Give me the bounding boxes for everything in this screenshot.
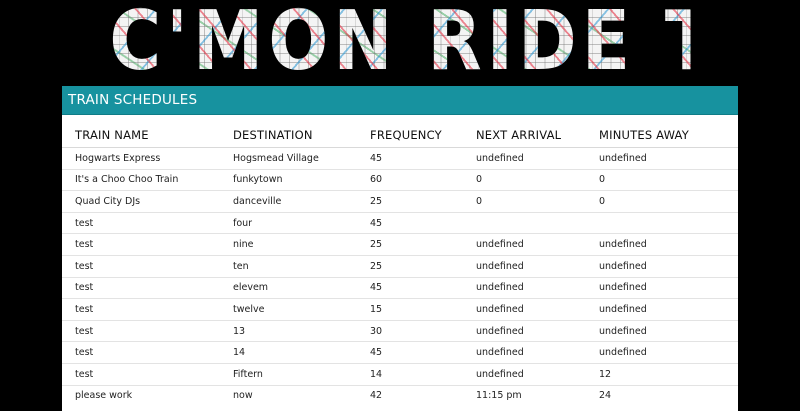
frequency-cell: 45 (370, 341, 476, 364)
train-name-cell: It's a Choo Choo Train (62, 168, 233, 191)
train-name-cell: test (62, 211, 233, 234)
destination-cell: four (233, 211, 370, 234)
column-header-frequency: FREQUENCY (370, 123, 476, 148)
page: C'MON RIDE THE TRAIN! TRAIN SCHEDULES TR… (0, 0, 800, 411)
destination-cell: elevem (233, 276, 370, 299)
train-name-cell: Hogwarts Express (75, 152, 161, 164)
next-arrival-cell: undefined (476, 152, 524, 164)
minutes-away-cell (599, 211, 738, 234)
column-header-minutes-away: MINUTES AWAY (599, 123, 738, 148)
table-row: test 14 45 undefined undefined (62, 341, 738, 364)
next-arrival-cell: undefined (476, 362, 599, 386)
next-arrival-cell: undefined (476, 276, 599, 299)
minutes-away-cell: undefined (599, 298, 738, 321)
schedule-body: Hogwarts Express Hogsmead Village 45 undefi… (62, 148, 738, 407)
next-arrival-cell: undefined (476, 233, 599, 256)
column-header-destination: DESTINATION (233, 123, 370, 148)
table-row: test elevem 45 undefined undefined (62, 276, 738, 299)
panel-title: TRAIN SCHEDULES (62, 86, 738, 115)
train-name-cell: test (62, 319, 233, 342)
minutes-away-cell: undefined (599, 254, 738, 278)
frequency-cell: 45 (370, 152, 383, 164)
table-row: Hogwarts Express Hogsmead Village 45 undefi… (62, 148, 738, 170)
frequency-cell: 14 (370, 362, 476, 386)
destination-cell: danceville (233, 190, 370, 213)
minutes-away-cell: 0 (599, 168, 738, 191)
destination-cell: twelve (233, 298, 370, 321)
frequency-cell: 15 (370, 298, 476, 321)
banner: C'MON RIDE THE TRAIN! (62, 0, 738, 86)
train-name-cell: test (62, 362, 233, 386)
frequency-cell: 60 (370, 168, 476, 191)
next-arrival-cell (476, 211, 599, 234)
next-arrival-cell: undefined (476, 254, 599, 278)
train-name-cell: test (62, 254, 233, 278)
destination-cell: Fiftern (233, 362, 370, 386)
banner-title: C'MON RIDE THE TRAIN! (109, 0, 691, 86)
minutes-away-cell: 12 (599, 362, 738, 386)
minutes-away-cell: undefined (599, 341, 738, 364)
train-name-cell: test (62, 298, 233, 321)
table-row: Quad City DJs danceville 25 0 0 (62, 190, 738, 213)
column-header-train-name: TRAIN NAME (62, 123, 233, 148)
table-row: test twelve 15 undefined undefined (62, 298, 738, 321)
train-name-cell: test (62, 341, 233, 364)
schedule-table: TRAIN NAME DESTINATION FREQUENCY NEXT AR… (62, 123, 738, 407)
train-name-cell: Quad City DJs (62, 190, 233, 213)
table-row: test Fiftern 14 undefined 12 (62, 362, 738, 386)
table-row: test 13 30 undefined undefined (62, 319, 738, 342)
destination-cell: funkytown (233, 168, 370, 191)
next-arrival-cell: 11:15 pm (476, 384, 599, 407)
minutes-away-cell: 24 (599, 384, 738, 407)
train-schedules-panel: TRAIN SCHEDULES TRAIN NAME DESTINATION F… (62, 86, 738, 411)
next-arrival-cell: undefined (476, 319, 599, 342)
frequency-cell: 25 (370, 254, 476, 278)
table-row: It's a Choo Choo Train funkytown 60 0 0 (62, 168, 738, 191)
table-row: test four 45 (62, 211, 738, 234)
destination-cell: now (233, 384, 370, 407)
minutes-away-cell: 0 (599, 190, 738, 213)
destination-cell: 13 (233, 319, 370, 342)
minutes-away-cell: undefined (599, 233, 738, 256)
next-arrival-cell: 0 (476, 190, 599, 213)
train-name-cell: test (62, 276, 233, 299)
next-arrival-cell: 0 (476, 168, 599, 191)
table-row: test nine 25 undefined undefined (62, 233, 738, 256)
destination-cell: 14 (233, 341, 370, 364)
destination-cell: Hogsmead Village (233, 152, 319, 164)
table-header-row: TRAIN NAME DESTINATION FREQUENCY NEXT AR… (62, 123, 738, 148)
frequency-cell: 45 (370, 211, 476, 234)
frequency-cell: 25 (370, 190, 476, 213)
destination-cell: nine (233, 233, 370, 256)
frequency-cell: 45 (370, 276, 476, 299)
train-name-cell: please work (62, 384, 233, 407)
next-arrival-cell: undefined (476, 341, 599, 364)
minutes-away-cell: undefined (599, 319, 738, 342)
train-name-cell: test (62, 233, 233, 256)
frequency-cell: 30 (370, 319, 476, 342)
table-row: test ten 25 undefined undefined (62, 254, 738, 278)
frequency-cell: 25 (370, 233, 476, 256)
table-row: please work now 42 11:15 pm 24 (62, 384, 738, 407)
column-header-next-arrival: NEXT ARRIVAL (476, 123, 599, 148)
frequency-cell: 42 (370, 384, 476, 407)
minutes-away-cell: undefined (599, 276, 738, 299)
minutes-away-cell: undefined (599, 152, 647, 164)
next-arrival-cell: undefined (476, 298, 599, 321)
destination-cell: ten (233, 254, 370, 278)
